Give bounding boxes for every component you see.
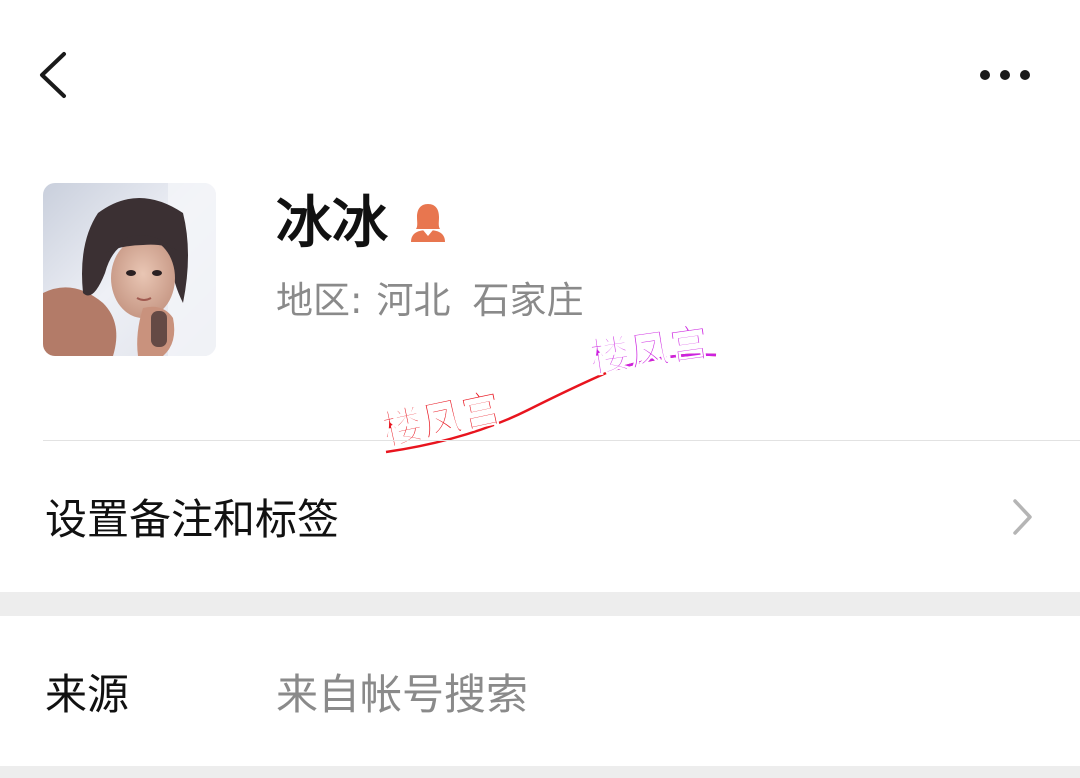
set-remark-and-tags-row[interactable]: 设置备注和标签	[0, 441, 1080, 592]
more-button[interactable]	[972, 56, 1038, 94]
source-label: 来源	[45, 670, 130, 719]
source-value: 来自帐号搜索	[276, 670, 529, 719]
avatar[interactable]	[43, 183, 216, 356]
source-row: 来源 来自帐号搜索	[0, 616, 1080, 766]
region-label: 地区:	[276, 279, 363, 322]
chevron-left-icon	[40, 52, 66, 98]
female-user-icon	[407, 200, 449, 242]
avatar-photo	[43, 183, 216, 356]
back-button[interactable]	[30, 46, 80, 104]
chevron-right-icon	[1013, 499, 1032, 535]
set-remark-label: 设置备注和标签	[45, 495, 340, 544]
contact-name: 冰冰	[276, 191, 388, 256]
profile-card: 冰冰 地区: 河北 石家庄 楼凤宫 楼凤宫 设置备注和标签	[0, 0, 1080, 592]
more-horizontal-icon	[980, 70, 1030, 80]
watermark-text-purple: 楼凤宫	[587, 320, 712, 382]
